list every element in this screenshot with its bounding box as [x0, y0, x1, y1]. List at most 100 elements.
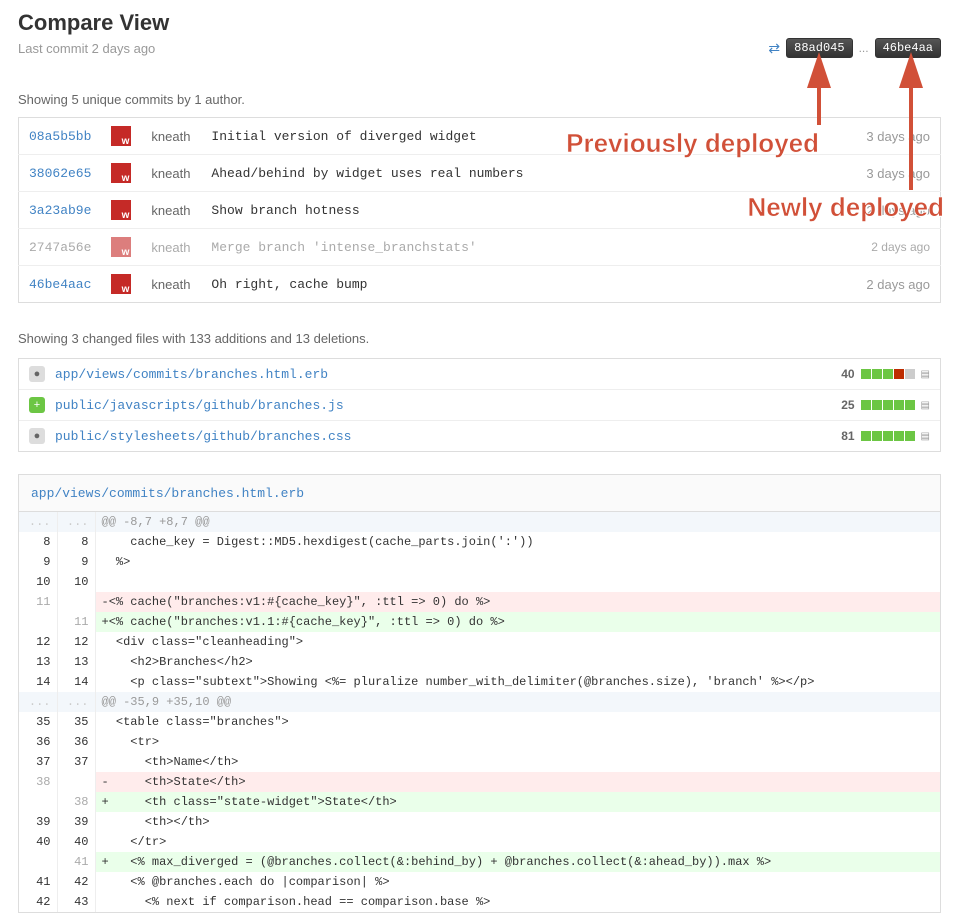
- commit-sha-link[interactable]: 46be4aac: [29, 277, 91, 292]
- file-row[interactable]: + public/javascripts/github/branches.js25…: [19, 389, 940, 420]
- commit-author[interactable]: kneath: [151, 277, 190, 292]
- commit-sha-link[interactable]: 08a5b5bb: [29, 129, 91, 144]
- line-num-old: 11: [19, 592, 57, 612]
- line-num-old: 12: [19, 632, 57, 652]
- diff-block-icon: [872, 431, 882, 441]
- commit-time: 3 days ago: [841, 118, 941, 155]
- diff-code: %>: [95, 552, 940, 572]
- expand-icon[interactable]: ▤: [921, 369, 930, 380]
- diff-file-header[interactable]: app/views/commits/branches.html.erb: [19, 475, 940, 512]
- diff-code: <div class="cleanheading">: [95, 632, 940, 652]
- line-num-new: 35: [57, 712, 95, 732]
- avatar[interactable]: [111, 126, 131, 146]
- line-num-old: 35: [19, 712, 57, 732]
- diff-summary: Showing 3 changed files with 133 additio…: [18, 331, 941, 346]
- line-num-old: ...: [19, 512, 57, 532]
- line-num-new: 11: [57, 612, 95, 632]
- commit-message: Merge branch 'intense_branchstats': [211, 240, 476, 255]
- diff-line-add: 38+ <th class="state-widget">State</th>: [19, 792, 940, 812]
- diff-code: <th></th>: [95, 812, 940, 832]
- diff-table: ......@@ -8,7 +8,7 @@88 cache_key = Dige…: [19, 512, 940, 912]
- avatar[interactable]: [111, 274, 131, 294]
- line-num-new: 40: [57, 832, 95, 852]
- commit-row[interactable]: 08a5b5bbkneathInitial version of diverge…: [19, 118, 941, 155]
- line-num-new: 9: [57, 552, 95, 572]
- avatar[interactable]: [111, 200, 131, 220]
- diff-code: +<% cache("branches:v1.1:#{cache_key}", …: [95, 612, 940, 632]
- sha-to-badge[interactable]: 46be4aa: [875, 38, 941, 58]
- line-num-old: 9: [19, 552, 57, 572]
- commit-author[interactable]: kneath: [151, 129, 190, 144]
- line-num-old: [19, 612, 57, 632]
- diff-line-add: 11+<% cache("branches:v1.1:#{cache_key}"…: [19, 612, 940, 632]
- diff-blocks: [861, 369, 915, 379]
- file-path-link[interactable]: public/stylesheets/github/branches.css: [55, 429, 841, 444]
- page-header: Compare View Last commit 2 days ago ⇄ 88…: [18, 10, 941, 58]
- diff-line-add: 41+ <% max_diverged = (@branches.collect…: [19, 852, 940, 872]
- commit-sha-link[interactable]: 2747a56e: [29, 240, 91, 255]
- diff-code: -<% cache("branches:v1:#{cache_key}", :t…: [95, 592, 940, 612]
- commit-message: Ahead/behind by widget uses real numbers: [211, 166, 523, 181]
- diff-line-ctx: 3535 <table class="branches">: [19, 712, 940, 732]
- diff-code: @@ -35,9 +35,10 @@: [95, 692, 940, 712]
- line-num-new: 10: [57, 572, 95, 592]
- diff-code: <th>Name</th>: [95, 752, 940, 772]
- commit-row[interactable]: 38062e65 kneath Ahead/behind by widget use…: [19, 155, 941, 192]
- diff-block-icon: [894, 431, 904, 441]
- avatar[interactable]: [111, 163, 131, 183]
- compare-icon: ⇄: [768, 40, 780, 57]
- diff-file-block: app/views/commits/branches.html.erb ....…: [18, 474, 941, 913]
- diff-block-icon: [861, 431, 871, 441]
- line-num-old: 13: [19, 652, 57, 672]
- file-status-badge: ●: [29, 428, 45, 444]
- line-num-new: 8: [57, 532, 95, 552]
- commit-author[interactable]: kneath: [151, 166, 190, 181]
- changed-files-list: ●app/views/commits/branches.html.erb40▤+…: [18, 358, 941, 452]
- diff-code: <% next if comparison.head == comparison…: [95, 892, 940, 912]
- diff-line-hunk: ......@@ -35,9 +35,10 @@: [19, 692, 940, 712]
- commit-author[interactable]: kneath: [151, 240, 190, 255]
- compare-range: ⇄ 88ad045 ... 46be4aa: [768, 10, 941, 58]
- file-path-link[interactable]: app/views/commits/branches.html.erb: [55, 367, 841, 382]
- diff-line-ctx: 3737 <th>Name</th>: [19, 752, 940, 772]
- commit-time: 2 days ago: [841, 229, 941, 266]
- line-num-old: 8: [19, 532, 57, 552]
- file-change-count: 25: [841, 398, 854, 412]
- commit-author[interactable]: kneath: [151, 203, 190, 218]
- commit-row[interactable]: 2747a56e kneath Merge branch 'intense_bran…: [19, 229, 941, 266]
- line-num-old: 42: [19, 892, 57, 912]
- line-num-old: 37: [19, 752, 57, 772]
- file-status-badge: +: [29, 397, 45, 413]
- diff-line-del: 11 -<% cache("branches:v1:#{cache_key}", …: [19, 592, 940, 612]
- commit-sha-link[interactable]: 3a23ab9e: [29, 203, 91, 218]
- diff-block-icon: [883, 400, 893, 410]
- diff-line-ctx: 88 cache_key = Digest::MD5.hexdigest(cac…: [19, 532, 940, 552]
- line-num-old: 39: [19, 812, 57, 832]
- diff-block-icon: [883, 431, 893, 441]
- sha-from-badge[interactable]: 88ad045: [786, 38, 852, 58]
- diff-line-ctx: 3939 <th></th>: [19, 812, 940, 832]
- expand-icon[interactable]: ▤: [921, 400, 930, 411]
- diff-line-ctx: 4142 <% @branches.each do |comparison| %…: [19, 872, 940, 892]
- diff-line-ctx: 1010: [19, 572, 940, 592]
- avatar[interactable]: [111, 237, 131, 257]
- diff-block-icon: [872, 369, 882, 379]
- commit-row[interactable]: 3a23ab9ekneathShow branch hotness2 days …: [19, 192, 941, 229]
- file-row[interactable]: ●app/views/commits/branches.html.erb40▤: [19, 359, 940, 389]
- diff-code: <p class="subtext">Showing <%= pluralize…: [95, 672, 940, 692]
- commit-sha-link[interactable]: 38062e65: [29, 166, 91, 181]
- expand-icon[interactable]: ▤: [921, 431, 930, 442]
- diff-code: + <% max_diverged = (@branches.collect(&…: [95, 852, 940, 872]
- commit-row[interactable]: 46be4aackneathOh right, cache bump2 days…: [19, 266, 941, 303]
- file-path-link[interactable]: public/javascripts/github/branches.js: [55, 398, 841, 413]
- diff-file-path: app/views/commits/branches.html.erb: [31, 486, 304, 501]
- file-change-count: 81: [841, 429, 854, 443]
- line-num-old: 36: [19, 732, 57, 752]
- line-num-new: 38: [57, 792, 95, 812]
- diff-block-icon: [905, 369, 915, 379]
- diff-code: <% @branches.each do |comparison| %>: [95, 872, 940, 892]
- file-row[interactable]: ● public/stylesheets/github/branches.css8…: [19, 420, 940, 451]
- line-num-new: 43: [57, 892, 95, 912]
- diff-block-icon: [872, 400, 882, 410]
- diff-block-icon: [894, 400, 904, 410]
